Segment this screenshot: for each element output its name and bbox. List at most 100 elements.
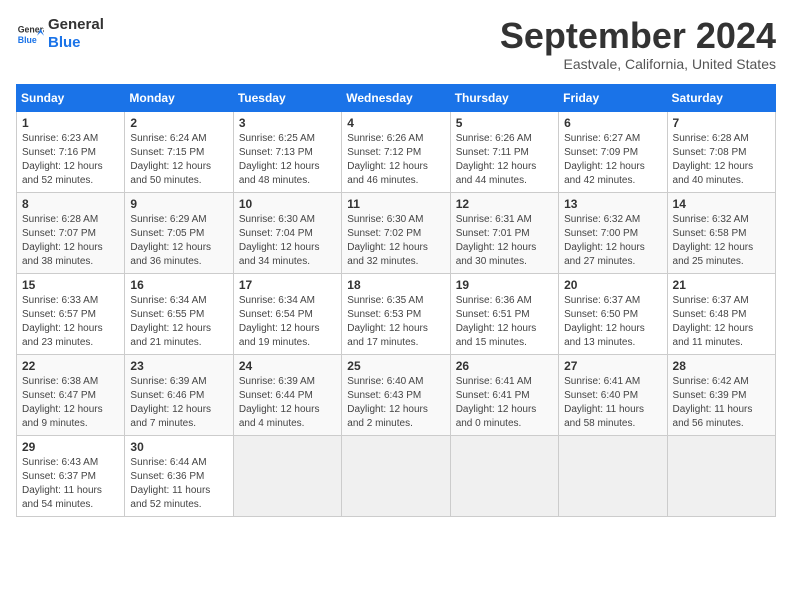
day-number: 21 (673, 278, 770, 292)
day-info: Sunrise: 6:41 AMSunset: 6:40 PMDaylight:… (564, 375, 661, 431)
day-number: 24 (239, 359, 336, 373)
day-number: 8 (22, 197, 119, 211)
day-info: Sunrise: 6:38 AMSunset: 6:47 PMDaylight:… (22, 375, 119, 431)
calendar-cell: 17Sunrise: 6:34 AMSunset: 6:54 PMDayligh… (233, 273, 341, 354)
day-number: 6 (564, 116, 661, 130)
day-info: Sunrise: 6:37 AMSunset: 6:50 PMDaylight:… (564, 294, 661, 350)
day-info: Sunrise: 6:29 AMSunset: 7:05 PMDaylight:… (130, 213, 227, 269)
calendar-cell: 8 Sunrise: 6:28 AMSunset: 7:07 PMDaylight… (17, 192, 125, 273)
weekday-header-row: SundayMondayTuesdayWednesdayThursdayFrid… (17, 84, 776, 111)
day-number: 14 (673, 197, 770, 211)
logo-icon: General Blue (16, 20, 44, 48)
day-number: 20 (564, 278, 661, 292)
location-subtitle: Eastvale, California, United States (500, 56, 776, 72)
weekday-header-thursday: Thursday (450, 84, 558, 111)
calendar-week-row: 8 Sunrise: 6:28 AMSunset: 7:07 PMDaylight… (17, 192, 776, 273)
calendar-cell: 1Sunrise: 6:23 AMSunset: 7:16 PMDaylight… (17, 111, 125, 192)
calendar-cell: 27 Sunrise: 6:41 AMSunset: 6:40 PMDayligh… (559, 354, 667, 435)
day-number: 10 (239, 197, 336, 211)
day-number: 27 (564, 359, 661, 373)
weekday-header-friday: Friday (559, 84, 667, 111)
day-info: Sunrise: 6:28 AMSunset: 7:08 PMDaylight:… (673, 132, 770, 188)
calendar-cell: 23 Sunrise: 6:39 AMSunset: 6:46 PMDayligh… (125, 354, 233, 435)
calendar-cell: 20 Sunrise: 6:37 AMSunset: 6:50 PMDayligh… (559, 273, 667, 354)
month-title: September 2024 (500, 16, 776, 56)
day-number: 9 (130, 197, 227, 211)
calendar-cell: 25Sunrise: 6:40 AMSunset: 6:43 PMDayligh… (342, 354, 450, 435)
calendar-cell: 6 Sunrise: 6:27 AMSunset: 7:09 PMDaylight… (559, 111, 667, 192)
day-number: 18 (347, 278, 444, 292)
day-info: Sunrise: 6:26 AMSunset: 7:12 PMDaylight:… (347, 132, 444, 188)
calendar-cell: 30Sunrise: 6:44 AMSunset: 6:36 PMDayligh… (125, 435, 233, 516)
calendar-cell (450, 435, 558, 516)
calendar-cell: 3 Sunrise: 6:25 AMSunset: 7:13 PMDaylight… (233, 111, 341, 192)
day-info: Sunrise: 6:35 AMSunset: 6:53 PMDaylight:… (347, 294, 444, 350)
day-number: 23 (130, 359, 227, 373)
day-number: 5 (456, 116, 553, 130)
day-number: 25 (347, 359, 444, 373)
day-info: Sunrise: 6:37 AMSunset: 6:48 PMDaylight:… (673, 294, 770, 350)
calendar-cell (667, 435, 775, 516)
weekday-header-sunday: Sunday (17, 84, 125, 111)
logo: General Blue General Blue (16, 16, 104, 52)
day-number: 4 (347, 116, 444, 130)
calendar-week-row: 29 Sunrise: 6:43 AMSunset: 6:37 PMDayligh… (17, 435, 776, 516)
title-area: September 2024 Eastvale, California, Uni… (500, 16, 776, 72)
day-info: Sunrise: 6:30 AMSunset: 7:04 PMDaylight:… (239, 213, 336, 269)
day-info: Sunrise: 6:41 AMSunset: 6:41 PMDaylight:… (456, 375, 553, 431)
day-number: 11 (347, 197, 444, 211)
day-number: 19 (456, 278, 553, 292)
day-number: 15 (22, 278, 119, 292)
day-info: Sunrise: 6:25 AMSunset: 7:13 PMDaylight:… (239, 132, 336, 188)
calendar-cell: 10 Sunrise: 6:30 AMSunset: 7:04 PMDayligh… (233, 192, 341, 273)
day-number: 12 (456, 197, 553, 211)
day-info: Sunrise: 6:34 AMSunset: 6:55 PMDaylight:… (130, 294, 227, 350)
weekday-header-tuesday: Tuesday (233, 84, 341, 111)
calendar-week-row: 22 Sunrise: 6:38 AMSunset: 6:47 PMDayligh… (17, 354, 776, 435)
calendar-cell: 9 Sunrise: 6:29 AMSunset: 7:05 PMDaylight… (125, 192, 233, 273)
svg-text:General: General (18, 24, 44, 34)
calendar-week-row: 15 Sunrise: 6:33 AMSunset: 6:57 PMDayligh… (17, 273, 776, 354)
day-info: Sunrise: 6:27 AMSunset: 7:09 PMDaylight:… (564, 132, 661, 188)
calendar-cell: 5 Sunrise: 6:26 AMSunset: 7:11 PMDaylight… (450, 111, 558, 192)
calendar-cell: 16Sunrise: 6:34 AMSunset: 6:55 PMDayligh… (125, 273, 233, 354)
day-number: 29 (22, 440, 119, 454)
calendar-cell: 4 Sunrise: 6:26 AMSunset: 7:12 PMDaylight… (342, 111, 450, 192)
day-info: Sunrise: 6:43 AMSunset: 6:37 PMDaylight:… (22, 456, 119, 512)
calendar-cell: 14 Sunrise: 6:32 AMSunset: 6:58 PMDayligh… (667, 192, 775, 273)
day-number: 2 (130, 116, 227, 130)
calendar-week-row: 1Sunrise: 6:23 AMSunset: 7:16 PMDaylight… (17, 111, 776, 192)
day-info: Sunrise: 6:32 AMSunset: 6:58 PMDaylight:… (673, 213, 770, 269)
day-info: Sunrise: 6:28 AMSunset: 7:07 PMDaylight:… (22, 213, 119, 269)
calendar-cell (342, 435, 450, 516)
calendar-cell (233, 435, 341, 516)
calendar-cell: 11Sunrise: 6:30 AMSunset: 7:02 PMDayligh… (342, 192, 450, 273)
weekday-header-monday: Monday (125, 84, 233, 111)
day-number: 22 (22, 359, 119, 373)
calendar-cell: 13Sunrise: 6:32 AMSunset: 7:00 PMDayligh… (559, 192, 667, 273)
calendar-table: SundayMondayTuesdayWednesdayThursdayFrid… (16, 84, 776, 517)
day-info: Sunrise: 6:33 AMSunset: 6:57 PMDaylight:… (22, 294, 119, 350)
day-info: Sunrise: 6:32 AMSunset: 7:00 PMDaylight:… (564, 213, 661, 269)
day-info: Sunrise: 6:39 AMSunset: 6:46 PMDaylight:… (130, 375, 227, 431)
calendar-cell: 28Sunrise: 6:42 AMSunset: 6:39 PMDayligh… (667, 354, 775, 435)
day-number: 7 (673, 116, 770, 130)
calendar-cell: 2Sunrise: 6:24 AMSunset: 7:15 PMDaylight… (125, 111, 233, 192)
calendar-cell: 12Sunrise: 6:31 AMSunset: 7:01 PMDayligh… (450, 192, 558, 273)
day-number: 26 (456, 359, 553, 373)
calendar-cell (559, 435, 667, 516)
calendar-cell: 18 Sunrise: 6:35 AMSunset: 6:53 PMDayligh… (342, 273, 450, 354)
calendar-cell: 21 Sunrise: 6:37 AMSunset: 6:48 PMDayligh… (667, 273, 775, 354)
calendar-cell: 22 Sunrise: 6:38 AMSunset: 6:47 PMDayligh… (17, 354, 125, 435)
day-info: Sunrise: 6:34 AMSunset: 6:54 PMDaylight:… (239, 294, 336, 350)
day-info: Sunrise: 6:36 AMSunset: 6:51 PMDaylight:… (456, 294, 553, 350)
day-info: Sunrise: 6:26 AMSunset: 7:11 PMDaylight:… (456, 132, 553, 188)
svg-text:Blue: Blue (18, 35, 37, 45)
day-info: Sunrise: 6:44 AMSunset: 6:36 PMDaylight:… (130, 456, 227, 512)
logo-text-blue: Blue (48, 34, 104, 52)
day-info: Sunrise: 6:23 AMSunset: 7:16 PMDaylight:… (22, 132, 119, 188)
day-number: 28 (673, 359, 770, 373)
day-info: Sunrise: 6:39 AMSunset: 6:44 PMDaylight:… (239, 375, 336, 431)
day-number: 3 (239, 116, 336, 130)
calendar-cell: 7 Sunrise: 6:28 AMSunset: 7:08 PMDaylight… (667, 111, 775, 192)
